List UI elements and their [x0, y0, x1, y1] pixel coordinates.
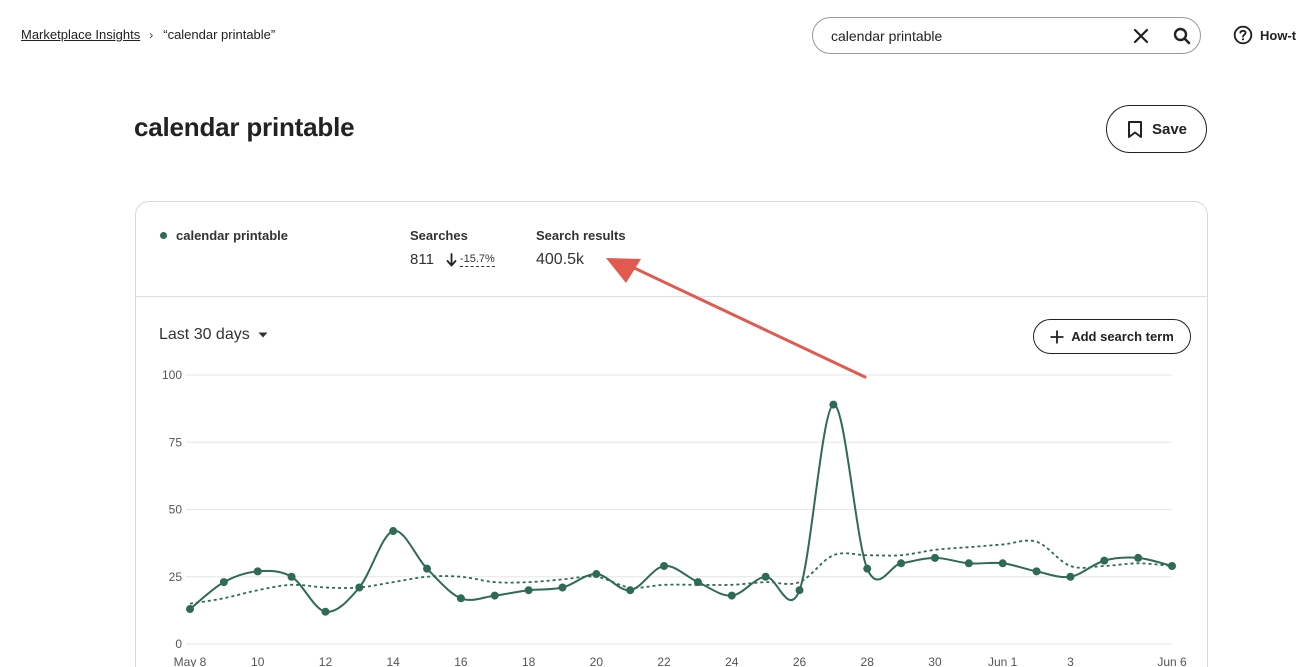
data-point: [1066, 572, 1075, 581]
x-tick-label: 22: [657, 655, 671, 667]
data-point: [287, 572, 296, 581]
x-tick-label: 16: [454, 655, 468, 667]
data-point: [727, 591, 736, 600]
data-point: [795, 586, 804, 595]
data-point: [660, 561, 669, 570]
data-point: [1100, 556, 1109, 565]
data-point: [321, 607, 330, 616]
data-point: [964, 559, 973, 568]
search-trend-chart: 100 75 50 25 0 May 8 10 12 14 16 18 20 22 24 26 28 30 Jun…: [162, 368, 1187, 667]
data-point: [186, 605, 194, 614]
data-point: [930, 553, 939, 562]
data-point: [524, 586, 533, 595]
x-tick-label: Jun 6: [1157, 655, 1187, 667]
data-point: [1134, 553, 1143, 562]
x-tick-label: 12: [319, 655, 333, 667]
data-point: [1032, 567, 1041, 576]
y-tick-label: 50: [169, 503, 183, 517]
data-point: [423, 564, 432, 573]
data-point: [389, 527, 398, 536]
data-point: [863, 564, 872, 573]
data-point: [456, 594, 465, 603]
data-point: [998, 559, 1007, 568]
data-point: [897, 559, 906, 568]
y-tick-label: 0: [175, 637, 182, 651]
y-tick-label: 25: [169, 570, 183, 584]
x-tick-label: 10: [251, 655, 265, 667]
data-point: [219, 578, 228, 587]
y-tick-label: 75: [169, 435, 183, 449]
x-tick-label: 3: [1067, 655, 1074, 667]
x-tick-label: 24: [725, 655, 739, 667]
data-point: [253, 567, 262, 576]
x-tick-label: 14: [386, 655, 400, 667]
data-point: [829, 400, 838, 409]
y-tick-label: 100: [162, 368, 182, 382]
x-tick-label: 30: [928, 655, 942, 667]
x-tick-label: 20: [590, 655, 604, 667]
data-point: [558, 583, 567, 592]
x-tick-label: 18: [522, 655, 536, 667]
x-tick-label: Jun 1: [988, 655, 1018, 667]
x-tick-label: May 8: [174, 655, 207, 667]
x-tick-label: 28: [861, 655, 875, 667]
data-point: [761, 572, 770, 581]
data-point: [490, 591, 499, 600]
x-tick-label: 26: [793, 655, 807, 667]
series-line: [189, 403, 1173, 613]
